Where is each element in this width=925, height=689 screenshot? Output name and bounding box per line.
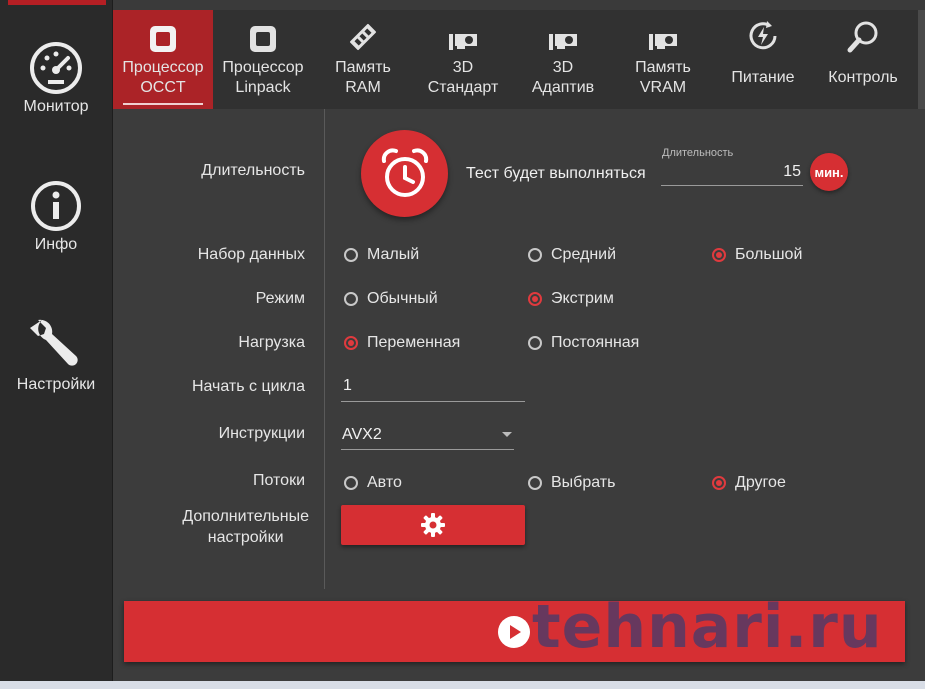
tab-memory-vram[interactable]: Память VRAM (613, 10, 713, 109)
sidebar-active-indicator (8, 0, 106, 5)
radio-dot (528, 476, 542, 490)
gpu-icon (513, 10, 613, 54)
gauge-icon (28, 40, 84, 96)
sidebar: Монитор Инфо Настройки (0, 0, 113, 689)
radio-dot (344, 476, 358, 490)
load-radio-constant[interactable]: Постоянная (528, 334, 639, 352)
dataset-radio-small[interactable]: Малый (344, 246, 419, 264)
radio-label: Авто (367, 474, 402, 491)
advanced-settings-button[interactable] (341, 505, 525, 545)
radio-label: Постоянная (551, 334, 640, 351)
sidebar-item-settings[interactable]: Настройки (0, 316, 112, 394)
duration-clock-button[interactable] (361, 130, 448, 217)
duration-label: Длительность (201, 162, 305, 179)
tab-control[interactable]: Контроль (813, 10, 913, 109)
mode-label: Режим (255, 290, 305, 307)
tab-label: Питание (731, 69, 795, 86)
mode-radio-extreme[interactable]: Экстрим (528, 290, 614, 308)
threads-radio-auto[interactable]: Авто (344, 474, 402, 492)
mode-radio-normal[interactable]: Обычный (344, 290, 438, 308)
tab-power[interactable]: Питание (713, 10, 813, 109)
divider (324, 109, 325, 589)
tab-3d-standard[interactable]: 3D Стандарт (413, 10, 513, 109)
threads-radio-choose[interactable]: Выбрать (528, 474, 615, 492)
dataset-radio-large[interactable]: Большой (712, 246, 802, 264)
sidebar-item-label: Настройки (16, 376, 96, 393)
search-icon (813, 10, 913, 54)
wrench-icon (28, 316, 84, 372)
radio-label: Переменная (367, 334, 461, 351)
tab-cpu-linpack[interactable]: Процессор Linpack (213, 10, 313, 109)
tab-label: Память RAM (335, 59, 391, 96)
radio-dot (344, 336, 358, 350)
tab-memory-ram[interactable]: Память RAM (313, 10, 413, 109)
power-icon (713, 10, 813, 54)
chevron-down-icon (502, 432, 512, 437)
radio-dot (712, 248, 726, 262)
radio-dot (528, 248, 542, 262)
alarm-clock-icon (381, 147, 428, 197)
tab-label: Процессор OCCT (122, 59, 204, 96)
gear-icon (421, 513, 445, 537)
threads-radio-other[interactable]: Другое (712, 474, 786, 492)
ram-icon (313, 10, 413, 54)
radio-dot (528, 336, 542, 350)
tab-label: Процессор Linpack (222, 59, 304, 96)
dataset-radio-medium[interactable]: Средний (528, 246, 616, 264)
play-icon[interactable] (498, 616, 530, 648)
gpu-icon (613, 10, 713, 54)
tab-label: Контроль (828, 69, 898, 86)
radio-dot (344, 248, 358, 262)
tab-label: 3D Адаптив (531, 59, 595, 96)
load-radio-variable[interactable]: Переменная (344, 334, 460, 352)
duration-input[interactable] (661, 158, 803, 186)
instructions-label: Инструкции (218, 425, 305, 442)
radio-label: Средний (551, 246, 617, 263)
duration-unit-button[interactable]: мин. (810, 153, 848, 191)
radio-dot (712, 476, 726, 490)
sidebar-item-info[interactable]: Инфо (0, 180, 112, 254)
tab-cpu-occt[interactable]: Процессор OCCT (113, 10, 213, 109)
cpu-icon (113, 10, 213, 54)
sidebar-item-monitor[interactable]: Монитор (0, 40, 112, 116)
start-cycle-input[interactable] (341, 370, 525, 402)
cpu-icon (213, 10, 313, 54)
radio-label: Другое (735, 474, 786, 491)
watermark-text: tehnari.ru (532, 592, 883, 662)
radio-label: Экстрим (551, 290, 614, 307)
radio-dot (528, 292, 542, 306)
radio-dot (344, 292, 358, 306)
radio-label: Малый (367, 246, 420, 263)
instructions-select[interactable]: AVX2 (341, 420, 514, 450)
load-label: Нагрузка (238, 334, 305, 351)
info-icon (28, 180, 84, 236)
instructions-value: AVX2 (342, 426, 382, 443)
sidebar-item-label: Монитор (23, 98, 89, 115)
test-tabs: Процессор OCCT Процессор Linpack Память … (113, 10, 918, 109)
advanced-label: Дополнительные настройки (182, 508, 309, 546)
sidebar-item-label: Инфо (34, 236, 78, 253)
gpu-icon (413, 10, 513, 54)
os-taskbar (0, 681, 925, 689)
threads-label: Потоки (252, 472, 305, 489)
start-cycle-label: Начать с цикла (191, 378, 305, 395)
duration-run-text: Тест будет выполняться (466, 165, 646, 182)
radio-label: Выбрать (551, 474, 616, 491)
tabs-scrollbar[interactable] (918, 10, 925, 109)
radio-label: Большой (735, 246, 803, 263)
tab-3d-adaptive[interactable]: 3D Адаптив (513, 10, 613, 109)
radio-label: Обычный (367, 290, 438, 307)
tab-label: Память VRAM (635, 59, 691, 96)
tab-label: 3D Стандарт (427, 59, 499, 96)
dataset-label: Набор данных (197, 246, 305, 263)
